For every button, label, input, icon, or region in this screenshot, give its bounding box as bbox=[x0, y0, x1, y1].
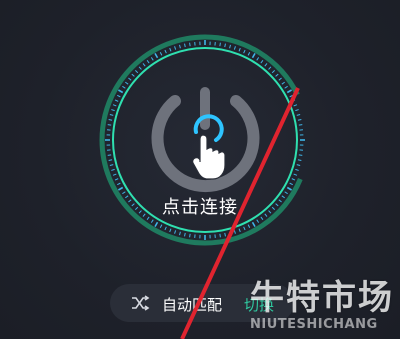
connect-screen: 点击连接 自动匹配 切换 牛特市场 NIUTESHICHANG bbox=[0, 0, 400, 339]
watermark-logo-subtext: NIUTESHICHANG bbox=[250, 317, 378, 332]
watermark-logo-text: 牛特市场 bbox=[250, 278, 394, 318]
